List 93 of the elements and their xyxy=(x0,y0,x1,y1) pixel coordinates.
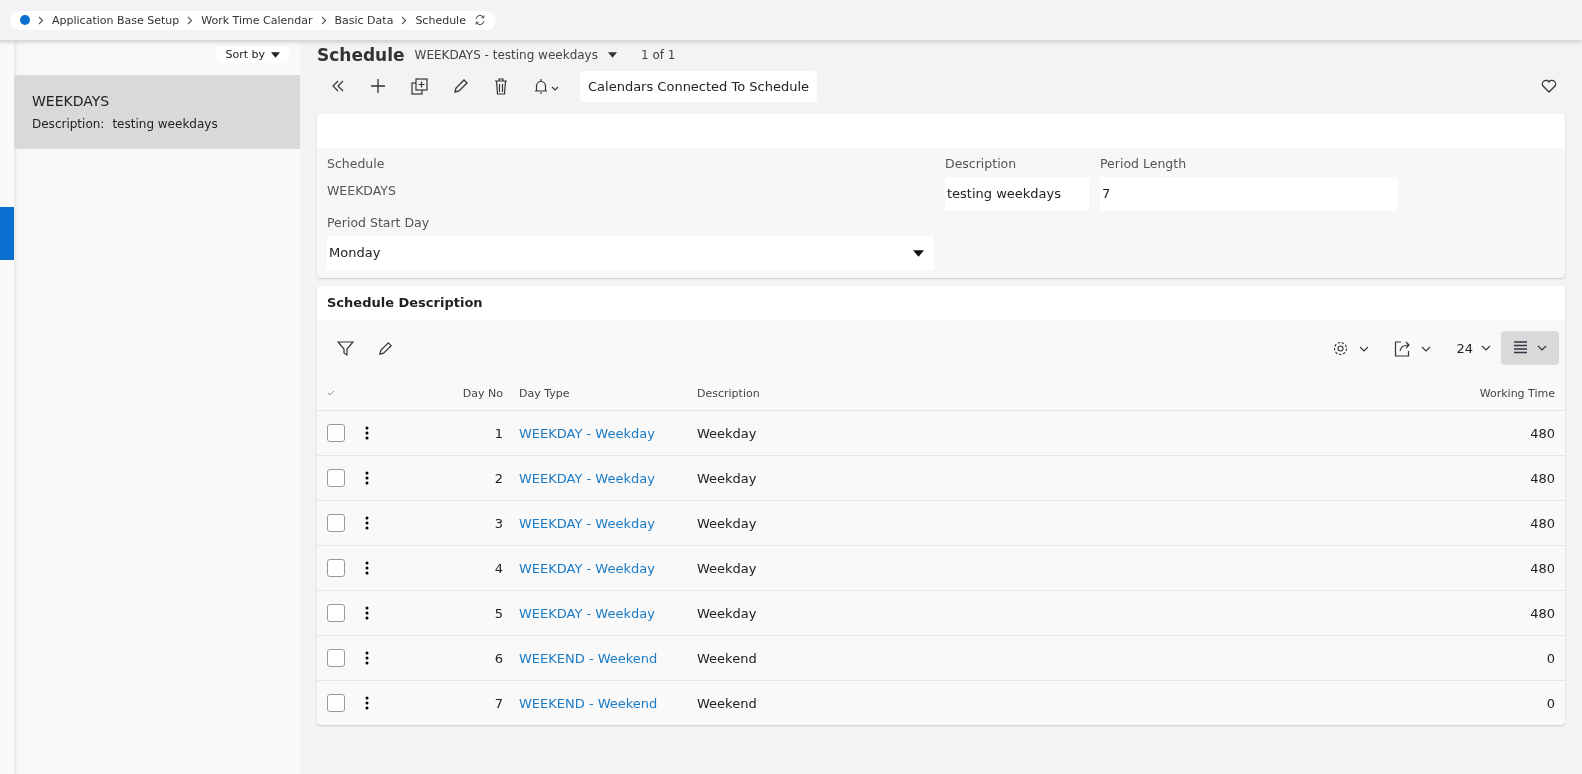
breadcrumb-link[interactable]: Work Time Calendar xyxy=(201,13,313,27)
row-checkbox[interactable] xyxy=(327,559,345,577)
caret-icon[interactable] xyxy=(608,52,617,58)
favorite-icon[interactable] xyxy=(1541,79,1557,93)
day-type-link[interactable]: WEEKEND - Weekend xyxy=(519,695,658,711)
field-label: Schedule xyxy=(327,156,386,171)
row-checkbox[interactable] xyxy=(327,514,345,532)
breadcrumb-link[interactable]: Application Base Setup xyxy=(52,13,180,27)
chevron-icon xyxy=(38,15,44,25)
field-label: Description: xyxy=(32,117,105,131)
chevron-icon xyxy=(401,15,408,25)
command-button[interactable]: Calendars Connected To Schedule xyxy=(580,70,818,102)
dropdown-field[interactable]: Monday xyxy=(327,236,934,270)
filter-icon[interactable] xyxy=(337,339,354,357)
row-checkbox[interactable] xyxy=(327,694,345,712)
chevron-icon xyxy=(187,15,194,25)
record-list-item[interactable]: WEEKDAYS Description: testing weekdays xyxy=(14,75,300,149)
more-icon[interactable] xyxy=(365,516,369,530)
add-icon[interactable] xyxy=(370,78,386,94)
table-cell: 480 xyxy=(1530,560,1555,576)
table-cell: 3 xyxy=(494,515,503,531)
row-checkbox[interactable] xyxy=(327,424,345,442)
table-cell: Weekday xyxy=(697,515,757,531)
table-cell: 2 xyxy=(494,470,503,486)
table-cell: 480 xyxy=(1530,470,1555,486)
field-label: Period Length xyxy=(1100,156,1188,171)
edit-icon[interactable] xyxy=(453,78,469,94)
field-label: Period Start Day xyxy=(327,215,431,230)
row-checkbox[interactable] xyxy=(327,649,345,667)
table-cell: Weekday xyxy=(697,470,757,486)
breadcrumb-link[interactable]: Schedule xyxy=(415,13,466,27)
caret-icon xyxy=(271,51,280,58)
table-cell: Weekday xyxy=(697,605,757,621)
home-icon[interactable] xyxy=(20,15,30,25)
more-icon[interactable] xyxy=(365,561,369,575)
column-header[interactable]: Description xyxy=(697,386,760,400)
input-field[interactable]: 7 xyxy=(1100,177,1398,211)
day-type-link[interactable]: WEEKDAY - Weekday xyxy=(519,560,655,576)
row-checkbox[interactable] xyxy=(327,604,345,622)
edit-icon[interactable] xyxy=(378,340,393,356)
table-cell: 4 xyxy=(494,560,503,576)
table-cell: Weekend xyxy=(697,650,757,666)
bell-icon[interactable] xyxy=(533,77,559,95)
table-cell: 7 xyxy=(494,695,503,711)
column-header[interactable]: Day No xyxy=(462,386,503,400)
page-title: Schedule xyxy=(317,45,405,65)
table-cell: 0 xyxy=(1546,695,1555,711)
field-label: Description xyxy=(945,156,1018,171)
table-cell: Weekend xyxy=(697,695,757,711)
density-button[interactable] xyxy=(1501,331,1559,365)
row-checkbox[interactable] xyxy=(327,469,345,487)
sort-by-button[interactable]: Sort by xyxy=(215,46,290,63)
chevron-icon xyxy=(1481,345,1491,351)
active-indicator xyxy=(0,207,14,260)
table-cell: 6 xyxy=(494,650,503,666)
delete-icon[interactable] xyxy=(494,77,508,95)
table-cell: 480 xyxy=(1530,425,1555,441)
column-header[interactable]: Working Time xyxy=(1479,386,1555,400)
select-all-icon[interactable] xyxy=(327,390,335,396)
day-type-link[interactable]: WEEKDAY - Weekday xyxy=(519,515,655,531)
more-icon[interactable] xyxy=(365,651,369,665)
record-counter: 1 of 1 xyxy=(641,48,676,62)
field-value: testing weekdays xyxy=(112,117,218,131)
page-size-dropdown[interactable]: 24 xyxy=(1456,340,1491,356)
record-selector[interactable]: WEEKDAYS - testing weekdays xyxy=(414,48,598,62)
duplicate-icon[interactable] xyxy=(411,77,428,95)
collapse-icon[interactable] xyxy=(331,79,345,93)
caret-icon xyxy=(913,249,924,257)
table-cell: 1 xyxy=(494,425,503,441)
table-cell: 0 xyxy=(1546,650,1555,666)
field-value: WEEKDAYS xyxy=(327,182,397,200)
day-type-link[interactable]: WEEKDAY - Weekday xyxy=(519,425,655,441)
refresh-icon[interactable] xyxy=(473,14,486,26)
day-type-link[interactable]: WEEKDAY - Weekday xyxy=(519,470,655,486)
export-icon[interactable] xyxy=(1394,339,1433,357)
more-icon[interactable] xyxy=(365,696,369,710)
section-title: Schedule Description xyxy=(317,286,1565,320)
breadcrumb-link[interactable]: Basic Data xyxy=(334,13,394,27)
chevron-icon xyxy=(320,15,327,25)
table-cell: 480 xyxy=(1530,515,1555,531)
more-icon[interactable] xyxy=(365,606,369,620)
table-cell: 5 xyxy=(494,605,503,621)
day-type-link[interactable]: WEEKDAY - Weekday xyxy=(519,605,655,621)
day-type-link[interactable]: WEEKEND - Weekend xyxy=(519,650,658,666)
more-icon[interactable] xyxy=(365,426,369,440)
record-title: WEEKDAYS xyxy=(32,93,111,109)
column-header[interactable]: Day Type xyxy=(519,386,570,400)
settings-icon[interactable] xyxy=(1332,339,1371,357)
more-icon[interactable] xyxy=(365,471,369,485)
table-cell: Weekday xyxy=(697,560,757,576)
input-field[interactable]: testing weekdays xyxy=(945,177,1089,211)
table-cell: 480 xyxy=(1530,605,1555,621)
table-cell: Weekday xyxy=(697,425,757,441)
